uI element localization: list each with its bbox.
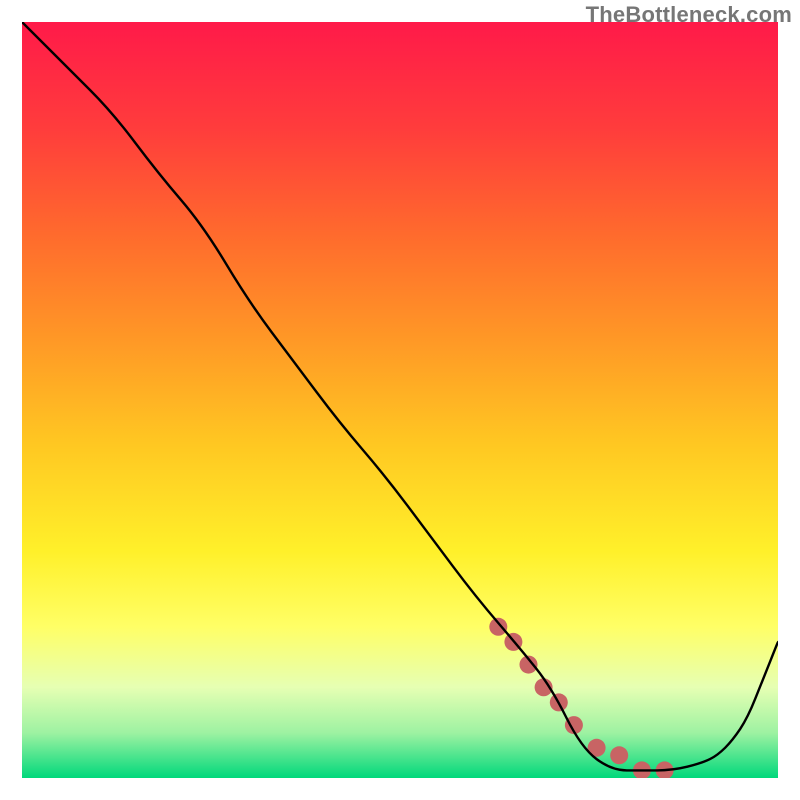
gradient-rect — [22, 22, 778, 778]
highlight-dot — [610, 746, 628, 764]
plot-area — [22, 22, 778, 778]
highlight-dot — [489, 618, 507, 636]
chart-stage: TheBottleneck.com — [0, 0, 800, 800]
chart-svg — [22, 22, 778, 778]
